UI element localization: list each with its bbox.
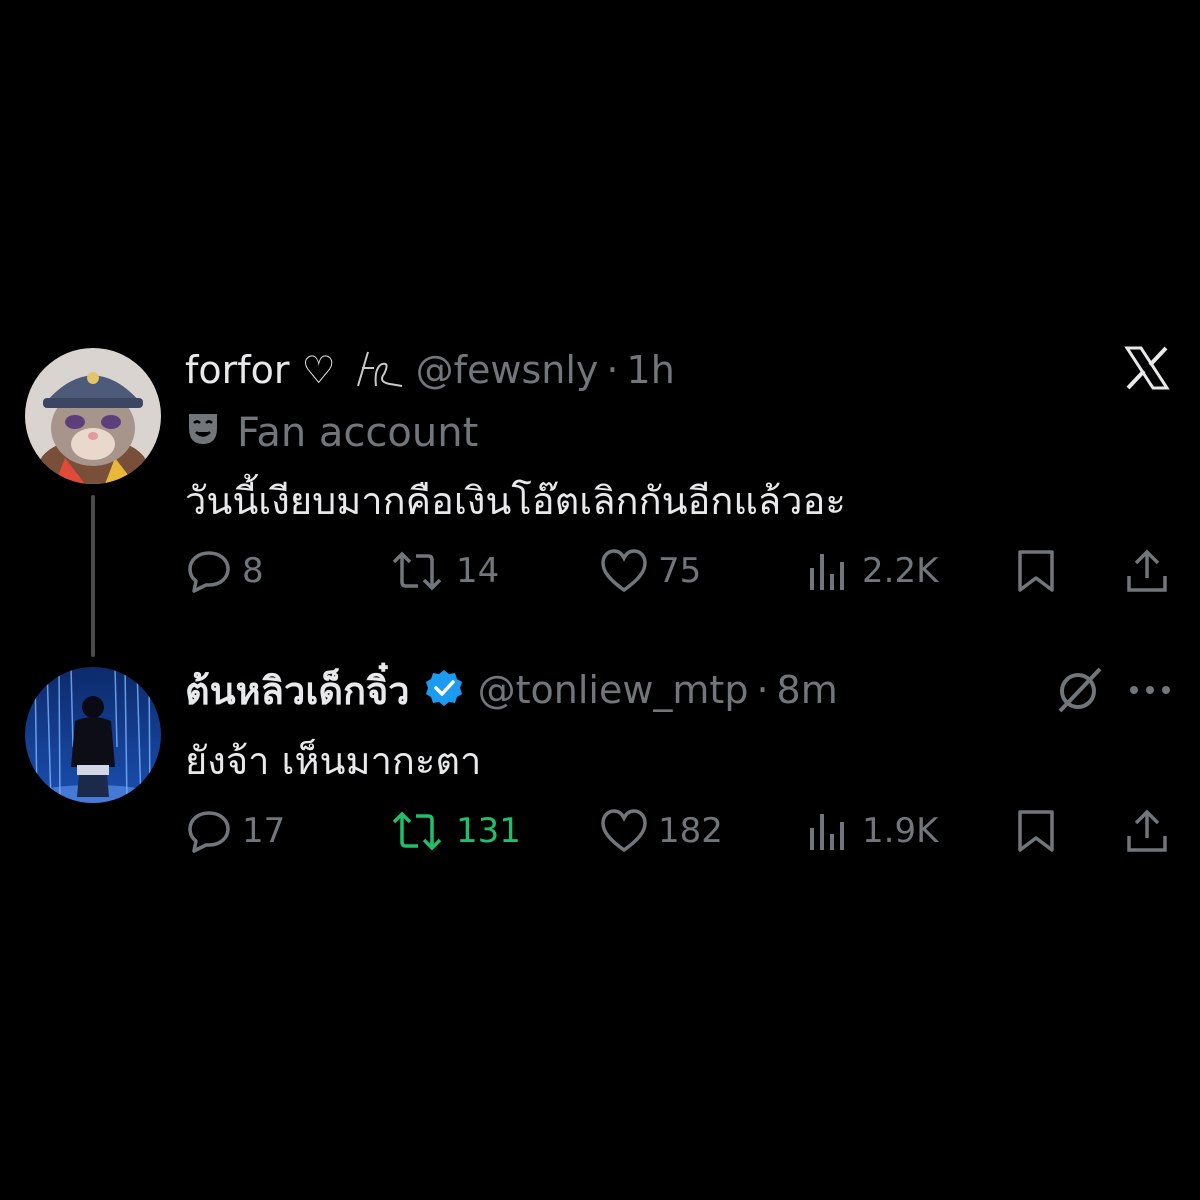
- views-button[interactable]: 2.2K: [808, 548, 938, 594]
- tweet-1-header: forfor ♡ @fewsnly · 1h: [185, 345, 675, 395]
- share-icon: [1127, 549, 1167, 592]
- like-icon: [601, 809, 647, 853]
- display-name[interactable]: ต้นหลิวเด็กจิ๋ว: [185, 660, 410, 721]
- like-count: 182: [658, 811, 723, 851]
- tweet-text: วันนี้เงียบมากคือเงินโอ๊ตเลิกกันอีกแล้วอ…: [185, 479, 846, 523]
- handle[interactable]: @tonliew_mtp: [478, 668, 749, 712]
- repost-count: 14: [456, 551, 500, 591]
- bookmark-button[interactable]: [1016, 548, 1056, 594]
- bookmark-icon: [1018, 810, 1054, 852]
- reply-icon: [188, 551, 230, 593]
- handle[interactable]: @fewsnly: [416, 348, 599, 392]
- views-icon: [810, 814, 844, 850]
- thread-connector: [91, 495, 95, 657]
- reply-count: 17: [242, 811, 286, 851]
- like-icon: [601, 549, 647, 593]
- more-icon[interactable]: [1128, 680, 1172, 704]
- like-count: 75: [658, 551, 702, 591]
- timestamp[interactable]: 8m: [777, 668, 838, 712]
- like-button[interactable]: 182: [600, 808, 723, 854]
- reply-button[interactable]: 8: [186, 548, 264, 594]
- like-button[interactable]: 75: [600, 548, 701, 594]
- tweet-text: ยังจ้า เห็นมากะตา: [185, 739, 482, 783]
- bookmark-button[interactable]: [1016, 808, 1056, 854]
- repost-icon: [392, 811, 442, 851]
- views-button[interactable]: 1.9K: [808, 808, 938, 854]
- theater-mask-icon: [187, 410, 219, 456]
- share-button[interactable]: [1124, 548, 1170, 594]
- reply-button[interactable]: 17: [186, 808, 285, 854]
- repost-count: 131: [456, 811, 521, 851]
- timestamp[interactable]: 1h: [627, 348, 675, 392]
- x-logo-icon[interactable]: [1124, 345, 1170, 395]
- display-name[interactable]: forfor ♡: [185, 348, 336, 392]
- repost-button[interactable]: 131: [388, 808, 521, 854]
- share-icon: [1127, 809, 1167, 852]
- signature-icon: [354, 346, 406, 394]
- views-count: 1.9K: [862, 811, 939, 851]
- tweet-2-header: ต้นหลิวเด็กจิ๋ว @tonliew_mtp · 8m: [185, 665, 838, 715]
- affiliate-label[interactable]: Fan account: [187, 408, 478, 458]
- grok-icon[interactable]: [1054, 665, 1104, 719]
- verified-badge-icon: [424, 668, 464, 712]
- views-icon: [810, 554, 844, 590]
- share-button[interactable]: [1124, 808, 1170, 854]
- reply-icon: [188, 811, 230, 853]
- reply-count: 8: [242, 551, 264, 591]
- avatar[interactable]: [25, 667, 161, 803]
- separator: ·: [606, 348, 619, 392]
- views-count: 2.2K: [862, 551, 939, 591]
- bookmark-icon: [1018, 550, 1054, 592]
- label-text: Fan account: [237, 410, 479, 456]
- avatar[interactable]: [25, 348, 161, 484]
- repost-button[interactable]: 14: [388, 548, 499, 594]
- repost-icon: [392, 551, 442, 591]
- separator: ·: [756, 668, 769, 712]
